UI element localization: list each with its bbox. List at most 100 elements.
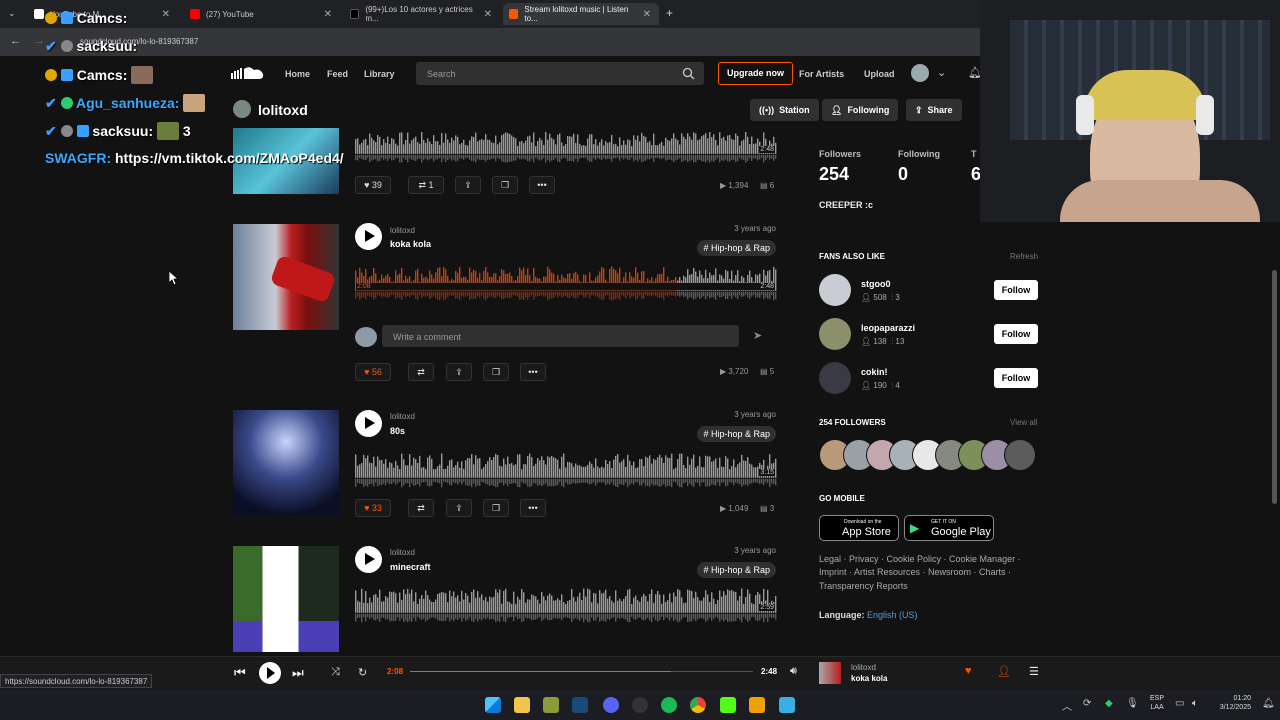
- copy-link-button[interactable]: ❐: [483, 499, 509, 517]
- track-user[interactable]: lolitoxd: [390, 548, 415, 557]
- repost-button[interactable]: ⇄ 1: [408, 176, 444, 194]
- followers-count[interactable]: 254: [819, 164, 849, 185]
- microphone-icon[interactable]: 🎙︎: [1126, 698, 1139, 709]
- footer-links[interactable]: Transparency Reports: [819, 581, 908, 591]
- send-icon[interactable]: ➤: [753, 329, 762, 342]
- next-icon[interactable]: ⏭: [292, 665, 304, 681]
- previous-icon[interactable]: ⏮: [234, 665, 246, 681]
- fan-name[interactable]: stgoo0: [861, 279, 891, 289]
- comment-input[interactable]: Write a comment: [382, 325, 739, 347]
- nav-feed[interactable]: Feed: [327, 69, 348, 79]
- progress-bar[interactable]: [410, 671, 753, 672]
- play-button[interactable]: [355, 410, 382, 437]
- for-artists-link[interactable]: For Artists: [799, 69, 844, 79]
- more-button[interactable]: •••: [520, 363, 546, 381]
- following-count[interactable]: 0: [898, 164, 908, 185]
- chevron-down-icon[interactable]: ⌄: [937, 66, 946, 79]
- like-button[interactable]: ♥ 33: [355, 499, 391, 517]
- waveform[interactable]: [355, 128, 777, 164]
- file-explorer-icon[interactable]: [514, 697, 530, 713]
- search-icon[interactable]: [682, 67, 695, 80]
- view-all-link[interactable]: View all: [1010, 418, 1037, 427]
- share-track-button[interactable]: ⇪: [446, 499, 472, 517]
- tab-list-icon[interactable]: ⌄: [8, 8, 16, 19]
- chrome-icon[interactable]: [690, 697, 706, 713]
- obs-icon[interactable]: [632, 697, 648, 713]
- share-button[interactable]: ⇪ Share: [906, 99, 962, 121]
- language-link[interactable]: English (US): [867, 610, 918, 620]
- app-icon[interactable]: [749, 697, 765, 713]
- follower-avatar[interactable]: [1004, 439, 1036, 471]
- clock[interactable]: 01:20 3/12/2025: [1213, 694, 1251, 712]
- genre-tag[interactable]: # Hip-hop & Rap: [697, 426, 776, 442]
- shuffle-icon[interactable]: ⤨: [331, 666, 340, 679]
- upgrade-now-button[interactable]: Upgrade now: [718, 62, 793, 85]
- tab-youtube[interactable]: (27) YouTube ✕: [184, 3, 340, 25]
- like-icon[interactable]: ♥: [965, 665, 972, 677]
- forward-icon[interactable]: →: [34, 35, 45, 47]
- follow-button[interactable]: Follow: [994, 324, 1038, 344]
- follow-button[interactable]: Follow: [994, 368, 1038, 388]
- copy-link-button[interactable]: ❐: [492, 176, 518, 194]
- close-tab-icon[interactable]: ✕: [324, 9, 332, 20]
- tray-icon[interactable]: ◆: [1105, 698, 1113, 709]
- waveform[interactable]: [355, 449, 777, 489]
- play-button[interactable]: [355, 546, 382, 573]
- nav-home[interactable]: Home: [285, 69, 310, 79]
- track-artwork[interactable]: [233, 546, 339, 652]
- user-avatar[interactable]: [911, 64, 929, 82]
- player-title[interactable]: koka kola: [851, 674, 887, 683]
- upload-link[interactable]: Upload: [864, 69, 895, 79]
- play-pause-button[interactable]: [259, 662, 281, 684]
- player-artwork[interactable]: [819, 662, 841, 684]
- language-indicator[interactable]: ESP LAA: [1150, 694, 1164, 712]
- close-tab-icon[interactable]: ✕: [484, 9, 492, 20]
- copy-link-button[interactable]: ❐: [483, 363, 509, 381]
- genre-tag[interactable]: # Hip-hop & Rap: [697, 240, 776, 256]
- station-button[interactable]: ((•)) Station: [750, 99, 819, 121]
- like-button[interactable]: ♥ 39: [355, 176, 391, 194]
- discord-icon[interactable]: [603, 697, 619, 713]
- track-artwork[interactable]: [233, 410, 339, 516]
- fan-name[interactable]: leopaparazzi: [861, 323, 915, 333]
- close-tab-icon[interactable]: ✕: [643, 9, 651, 20]
- fan-avatar[interactable]: [819, 362, 851, 394]
- waveform[interactable]: [355, 584, 777, 624]
- network-icon[interactable]: ▭: [1175, 698, 1184, 709]
- track-title[interactable]: 80s: [390, 426, 405, 436]
- track-user[interactable]: lolitoxd: [390, 412, 415, 421]
- notepad-icon[interactable]: [779, 697, 795, 713]
- queue-icon[interactable]: ☰: [1029, 665, 1039, 678]
- track-artwork[interactable]: [233, 224, 339, 330]
- minecraft-launcher-icon[interactable]: [543, 697, 559, 713]
- repeat-icon[interactable]: ↻: [358, 666, 367, 679]
- steam-icon[interactable]: [572, 697, 588, 713]
- app-store-badge[interactable]: Download on the App Store: [819, 515, 899, 541]
- fan-avatar[interactable]: [819, 318, 851, 350]
- footer-links[interactable]: Legal · Privacy · Cookie Policy · Cookie…: [819, 554, 1021, 564]
- kick-icon[interactable]: [720, 697, 736, 713]
- like-button[interactable]: ♥ 56: [355, 363, 391, 381]
- repost-button[interactable]: ⇄: [408, 499, 434, 517]
- new-tab-icon[interactable]: +: [666, 6, 673, 20]
- track-title[interactable]: minecraft: [390, 562, 431, 572]
- genre-tag[interactable]: # Hip-hop & Rap: [697, 562, 776, 578]
- play-button[interactable]: [355, 223, 382, 250]
- soundcloud-logo-icon[interactable]: [231, 66, 265, 81]
- repost-button[interactable]: ⇄: [408, 363, 434, 381]
- follow-artist-icon[interactable]: 👤︎: [997, 665, 1011, 678]
- scrollbar[interactable]: [1272, 270, 1277, 504]
- more-button[interactable]: •••: [520, 499, 546, 517]
- nav-library[interactable]: Library: [364, 69, 395, 79]
- more-button[interactable]: •••: [529, 176, 555, 194]
- fan-avatar[interactable]: [819, 274, 851, 306]
- close-tab-icon[interactable]: ✕: [162, 9, 170, 20]
- notification-icon[interactable]: 🔔︎: [1262, 698, 1275, 709]
- player-artist[interactable]: lolitoxd: [851, 663, 876, 672]
- waveform[interactable]: [355, 262, 777, 302]
- footer-links[interactable]: Imprint · Artist Resources · Newsroom · …: [819, 567, 1011, 577]
- tab-soundcloud[interactable]: Stream lolitoxd music | Listen to... ✕: [503, 3, 659, 25]
- volume-icon[interactable]: 🔊︎: [790, 665, 797, 678]
- track-user[interactable]: lolitoxd: [390, 226, 415, 235]
- tray-chevron-icon[interactable]: ︿: [1062, 698, 1072, 713]
